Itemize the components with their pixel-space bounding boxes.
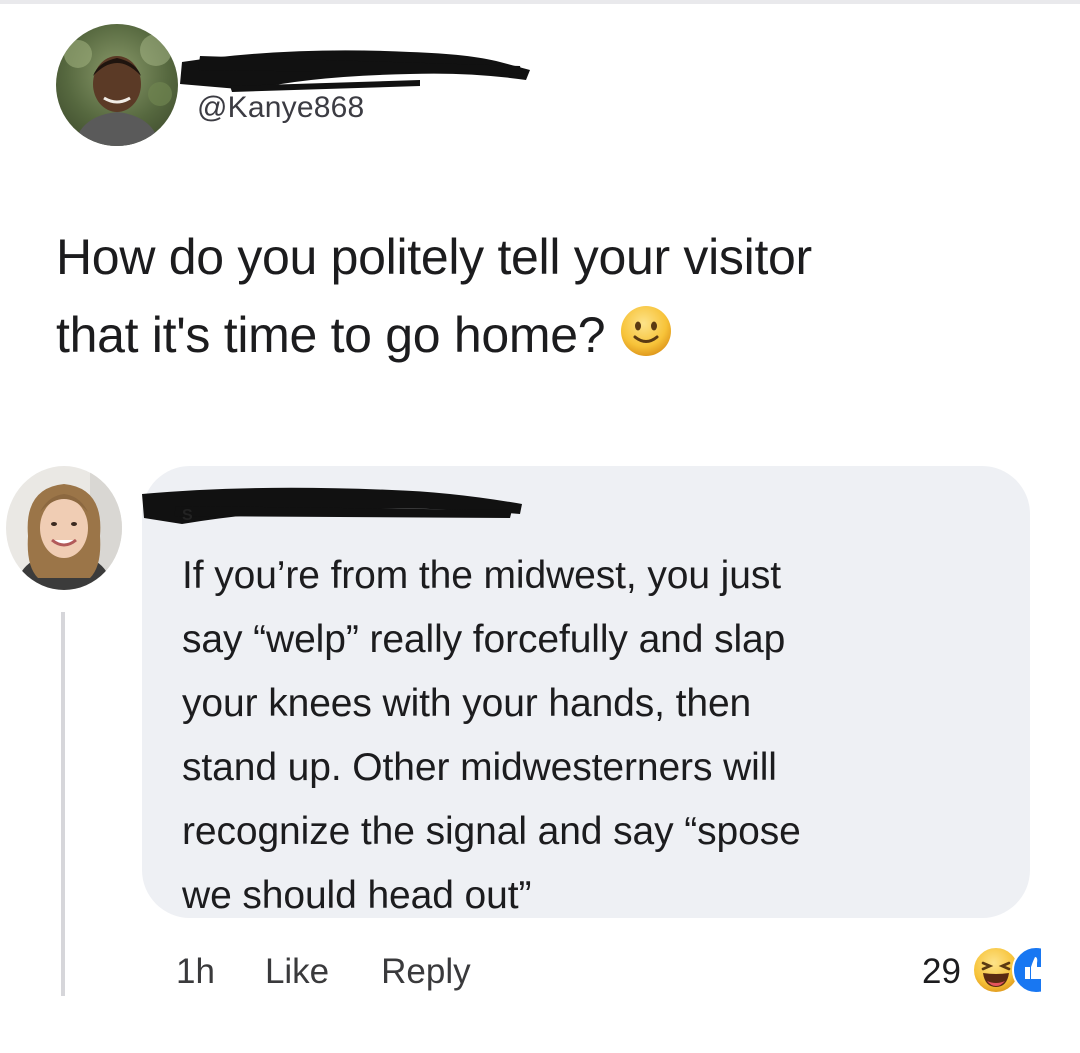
reply-button[interactable]: Reply [381,952,470,992]
post-text-line: that it's time to go home? [56,296,1056,380]
comment-body: If you’re from the midwest, you just say… [182,544,1012,928]
avatar-photo-icon [56,24,178,146]
comment-text-line: we should head out” [182,874,532,917]
comment-text-line: your knees with your hands, then [182,682,752,725]
like-button[interactable]: Like [265,952,329,992]
reaction-summary[interactable]: 29 [922,944,1060,1000]
post-text-line-content: that it's time to go home? [56,307,606,363]
top-divider [0,0,1080,4]
comment-text-line: If you’re from the midwest, you just [182,554,781,597]
post-author-avatar[interactable] [56,24,178,146]
reaction-count: 29 [922,952,961,991]
post-body: How do you politely tell your visitor th… [56,218,1056,380]
comment-timestamp[interactable]: 1h [176,952,215,992]
commenter-avatar[interactable] [6,466,122,590]
comment-actions: 1h Like Reply [176,944,523,1000]
post-text-line: How do you politely tell your visitor [56,229,812,285]
thread-connector-line [61,612,65,996]
comment-text-line: say “welp” really forcefully and slap [182,618,786,661]
post-author-handle[interactable]: @Kanye868 [197,90,364,126]
redacted-commenter-name: S [142,487,522,524]
slightly-smiling-face-icon [619,302,673,380]
comment-text-line: recognize the signal and say “spose [182,810,801,853]
svg-text:S: S [182,507,193,524]
comment-text-line: stand up. Other midwesterners will [182,746,777,789]
like-thumb-icon [1011,945,1060,1000]
avatar-photo-icon [6,466,122,590]
